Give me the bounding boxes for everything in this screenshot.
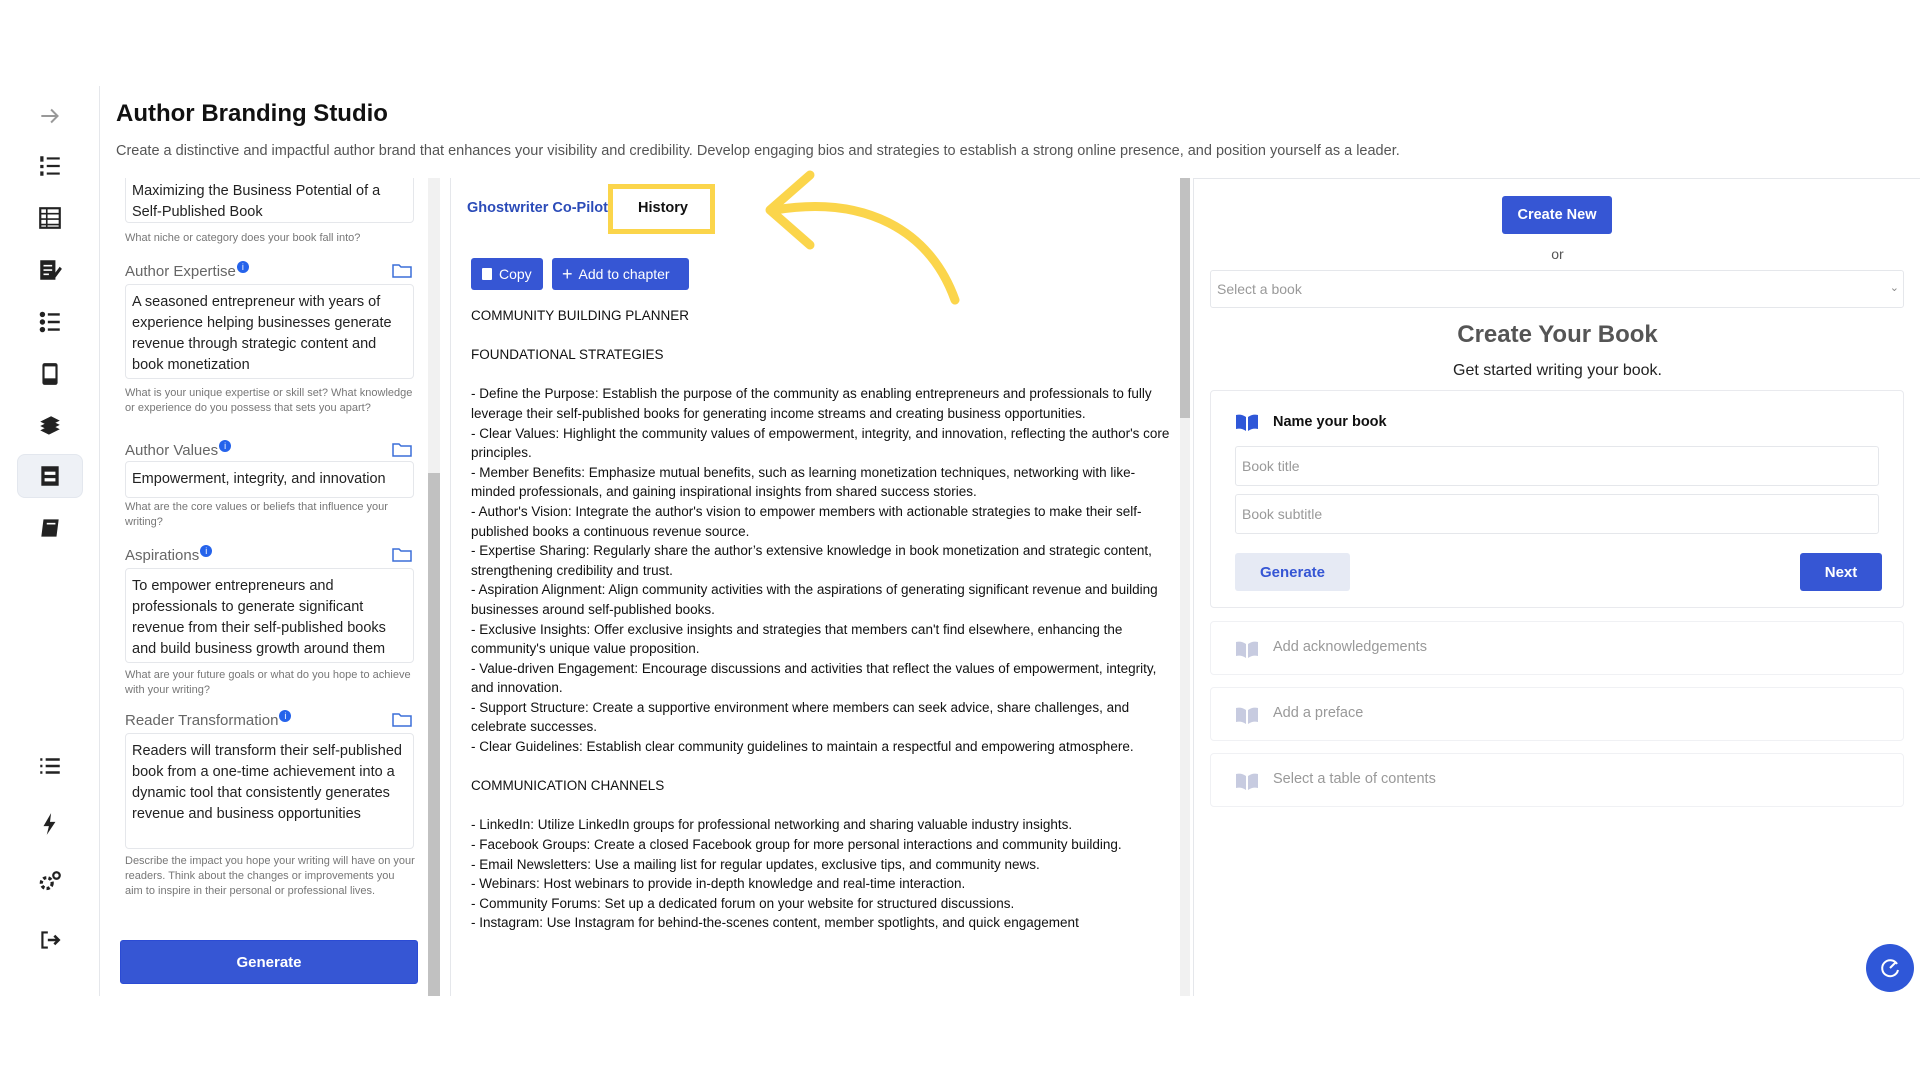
aspirations-helper: What are your future goals or what do yo…	[125, 669, 411, 696]
scrollbar-thumb[interactable]	[428, 473, 440, 996]
divider	[1194, 178, 1920, 179]
create-book-subtitle: Get started writing your book.	[1453, 362, 1662, 379]
info-icon: i	[200, 545, 213, 557]
content-paragraph: - Define the Purpose: Establish the purp…	[471, 386, 1170, 755]
values-label: Author Values i	[125, 440, 232, 459]
scrollbar[interactable]	[428, 178, 440, 996]
info-icon: i	[219, 440, 232, 452]
values-helper: What are the core values or beliefs that…	[125, 501, 388, 528]
bolt-icon[interactable]	[17, 802, 83, 846]
folder-icon[interactable]	[392, 711, 412, 727]
help-chat-button[interactable]	[1866, 944, 1914, 992]
content-paragraph: FOUNDATIONAL STRATEGIES	[471, 347, 664, 363]
chevron-down-icon: ⌄	[1889, 282, 1899, 294]
copy-label: Copy	[499, 266, 532, 282]
open-book-icon	[1236, 414, 1258, 431]
name-book-card: Name your book Book title Book subtitle …	[1210, 390, 1904, 608]
select-book-dropdown[interactable]: Select a book ⌄	[1210, 270, 1904, 308]
niche-helper: What niche or category does your book fa…	[125, 232, 361, 244]
generate-book-button[interactable]: Generate	[1235, 553, 1350, 591]
next-button[interactable]: Next	[1800, 553, 1882, 591]
books-stack-icon[interactable]	[17, 404, 83, 448]
tab-ghostwriter-copilot[interactable]: Ghostwriter Co-Pilot	[467, 200, 608, 216]
add-to-chapter-button[interactable]: + Add to chapter	[552, 258, 689, 290]
aspirations-label: Aspirations i	[125, 545, 213, 564]
table-icon[interactable]	[17, 196, 83, 240]
values-field[interactable]: Empowerment, integrity, and innovation	[125, 461, 414, 498]
expertise-helper: What is your unique expertise or skill s…	[125, 387, 413, 414]
info-icon: i	[279, 710, 292, 722]
book-device-icon[interactable]	[17, 352, 83, 396]
page-description: Create a distinctive and impactful autho…	[116, 143, 1400, 159]
step-label: Add a preface	[1273, 705, 1364, 721]
branding-icon[interactable]	[17, 454, 83, 498]
content-paragraph: COMMUNICATION CHANNELS	[471, 778, 665, 794]
aspirations-field[interactable]: To empower entrepreneurs and professiona…	[125, 568, 414, 663]
info-icon: i	[236, 261, 249, 273]
icon-sidebar	[0, 86, 100, 996]
step-table-of-contents[interactable]: Select a table of contents	[1210, 753, 1904, 807]
plus-icon: +	[562, 264, 573, 284]
name-book-label: Name your book	[1273, 414, 1387, 430]
scrollbar-thumb[interactable]	[1180, 178, 1190, 418]
expertise-label: Author Expertise i	[125, 261, 249, 280]
list-numbered-icon[interactable]	[17, 144, 83, 188]
transformation-label: Reader Transformation i	[125, 710, 292, 729]
create-book-panel: Create New or Select a book ⌄ Create You…	[1193, 178, 1920, 996]
add-chapter-label: Add to chapter	[578, 266, 670, 282]
niche-field[interactable]: Maximizing the Business Potential of a S…	[125, 178, 414, 223]
transformation-field[interactable]: Readers will transform their self-publis…	[125, 733, 414, 849]
scrollbar[interactable]	[1180, 178, 1190, 996]
step-label: Select a table of contents	[1273, 771, 1436, 787]
create-new-button[interactable]: Create New	[1502, 196, 1612, 234]
generate-button[interactable]: Generate	[120, 940, 418, 984]
logout-icon[interactable]	[17, 918, 83, 962]
copy-icon	[482, 268, 492, 280]
or-text: or	[1551, 246, 1564, 262]
divider	[450, 178, 451, 996]
open-book-icon	[1236, 773, 1258, 790]
generated-content: COMMUNITY BUILDING PLANNER FOUNDATIONAL …	[471, 306, 1171, 953]
transformation-helper: Describe the impact you hope your writin…	[125, 855, 415, 897]
book-title-input[interactable]: Book title	[1235, 446, 1879, 486]
open-book-icon	[1236, 641, 1258, 658]
author-form-panel: Maximizing the Business Potential of a S…	[100, 178, 440, 996]
page-title: Author Branding Studio	[116, 100, 388, 127]
create-book-title: Create Your Book	[1457, 321, 1658, 348]
open-book-icon	[1236, 707, 1258, 724]
book-icon[interactable]	[17, 506, 83, 550]
checklist-icon[interactable]	[17, 300, 83, 344]
step-label: Add acknowledgements	[1273, 639, 1427, 655]
step-preface[interactable]: Add a preface	[1210, 687, 1904, 741]
annotation-arrow-icon	[765, 170, 960, 305]
copy-button[interactable]: Copy	[471, 258, 543, 290]
step-acknowledgements[interactable]: Add acknowledgements	[1210, 621, 1904, 675]
folder-icon[interactable]	[392, 262, 412, 278]
chat-icon	[1881, 959, 1899, 978]
arrow-right-icon[interactable]	[17, 94, 83, 138]
folder-icon[interactable]	[392, 546, 412, 562]
history-highlight-box	[608, 184, 715, 234]
select-placeholder: Select a book	[1217, 281, 1302, 297]
edit-doc-icon[interactable]	[17, 248, 83, 292]
folder-icon[interactable]	[392, 441, 412, 457]
book-subtitle-input[interactable]: Book subtitle	[1235, 494, 1879, 534]
settings-icon[interactable]	[17, 860, 83, 904]
content-paragraph: - LinkedIn: Utilize LinkedIn groups for …	[471, 817, 1122, 931]
list-icon[interactable]	[17, 744, 83, 788]
expertise-field[interactable]: A seasoned entrepreneur with years of ex…	[125, 284, 414, 379]
